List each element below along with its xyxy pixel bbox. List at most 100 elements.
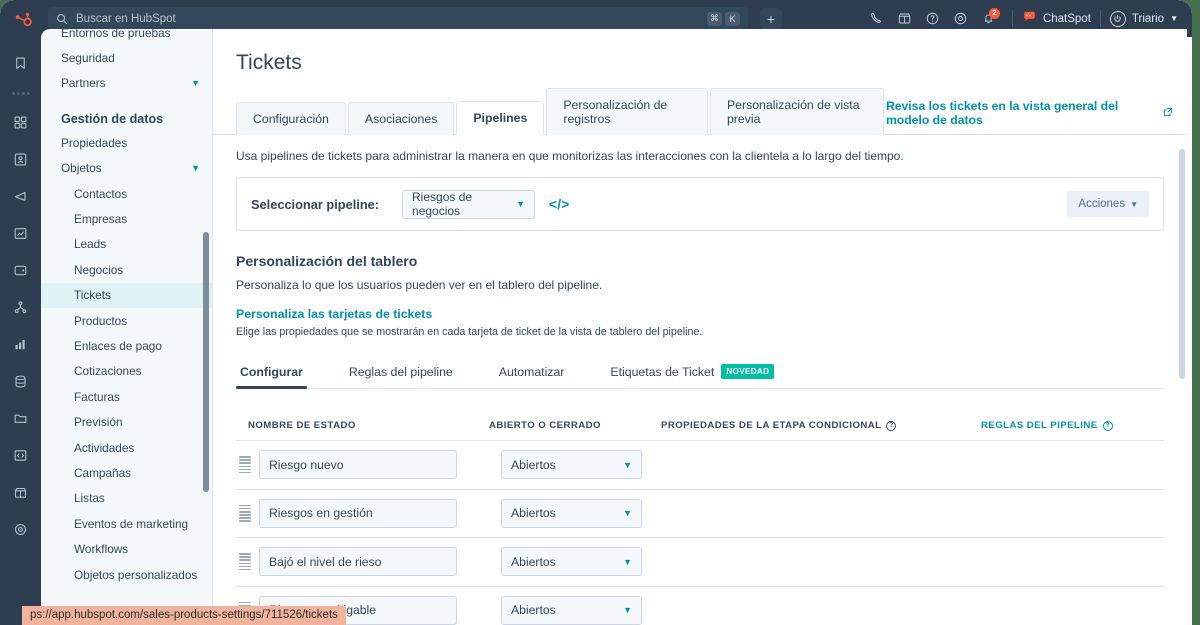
tab-personalizaci-n-de-registros[interactable]: Personalización de registros xyxy=(546,88,708,135)
pipeline-selector-card: Seleccionar pipeline: Riesgos de negocio… xyxy=(236,177,1164,231)
sidebar-item-contactos[interactable]: Contactos xyxy=(41,181,212,206)
stage-name-input[interactable]: Bajó el nivel de rieso xyxy=(259,547,457,577)
database-icon[interactable] xyxy=(0,363,41,400)
col-header-rules-label: REGLAS DEL PIPELINE xyxy=(981,420,1098,431)
icon-rail xyxy=(0,37,41,625)
sidebar-item-label: Partners xyxy=(61,76,106,91)
reports-icon[interactable] xyxy=(0,215,41,252)
sidebar-item-cotizaciones[interactable]: Cotizaciones xyxy=(41,359,212,384)
subtab-automatizar[interactable]: Automatizar xyxy=(495,359,569,388)
stage-name-input[interactable]: Riesgos en gestión xyxy=(259,498,457,528)
chevron-down-icon: ▼ xyxy=(1170,14,1178,23)
pipeline-select[interactable]: Riesgos de negocios ▼ xyxy=(402,189,536,219)
actions-button-label: Acciones xyxy=(1078,198,1126,210)
code-brackets-icon[interactable]: </> xyxy=(549,196,569,212)
kbd-k: K xyxy=(725,11,740,26)
help-icon[interactable]: ? xyxy=(886,420,897,431)
open-closed-select[interactable]: Abiertos ▼ xyxy=(501,450,642,480)
sidebar-item-actividades[interactable]: Actividades xyxy=(41,435,212,460)
sidebar-item-productos[interactable]: Productos xyxy=(41,308,212,333)
tab-pipelines[interactable]: Pipelines xyxy=(456,101,545,135)
data-model-link[interactable]: Revisa los tickets en la vista general d… xyxy=(886,99,1173,127)
sidebar-heading-3: Gestión de datos xyxy=(61,112,164,127)
bookmark-icon[interactable] xyxy=(0,45,41,82)
sidebar-item-label: Entornos de pruebas xyxy=(61,29,171,40)
drag-handle-icon[interactable] xyxy=(239,504,251,522)
chevron-down-icon[interactable]: ▼ xyxy=(191,78,200,88)
sidebar-item-objetos[interactable]: Objetos ▼ xyxy=(41,156,212,181)
hubspot-sprocket-icon[interactable] xyxy=(0,9,46,29)
contacts-icon[interactable] xyxy=(0,141,41,178)
folder-icon[interactable] xyxy=(0,400,41,437)
megaphone-icon[interactable] xyxy=(0,178,41,215)
pipeline-subtabs: Configurar Reglas del pipeline Automatizar… xyxy=(236,358,1164,389)
sidebar-item-label: Facturas xyxy=(74,389,120,404)
chevron-down-icon: ▼ xyxy=(623,556,632,567)
sidebar-item-facturas[interactable]: Facturas xyxy=(41,384,212,409)
wallet-icon[interactable] xyxy=(0,252,41,289)
analytics-icon[interactable] xyxy=(0,326,41,363)
settings-gear-icon[interactable] xyxy=(0,511,41,548)
table-row: Riesgo nuevo Abiertos ▼ xyxy=(236,441,1164,490)
pipeline-select-value: Riesgos de negocios xyxy=(412,190,473,218)
sidebar-item-enlaces-de-pago[interactable]: Enlaces de pago xyxy=(41,333,212,358)
sidebar-item-empresas[interactable]: Empresas xyxy=(41,206,212,231)
col-header-rules[interactable]: REGLAS DEL PIPELINE ? xyxy=(981,420,1113,431)
sidebar-item-label: Enlaces de pago xyxy=(74,338,162,353)
sidebar-item-campa-as[interactable]: Campañas xyxy=(41,460,212,485)
chevron-down-icon[interactable]: ▼ xyxy=(191,163,200,173)
create-new-button[interactable]: + xyxy=(760,8,782,29)
sidebar-scroll-area[interactable]: Entornos de pruebas Seguridad Partners ▼ Ges… xyxy=(41,29,212,625)
settings-sidebar: Entornos de pruebas Seguridad Partners ▼ Ges… xyxy=(41,29,213,625)
sidebar-item-label: Seguridad xyxy=(61,51,115,66)
subtab-etiquetas-de-ticket[interactable]: Etiquetas de Ticket NOVEDAD xyxy=(606,358,778,388)
tab-personalizaci-n-de-vista-previa[interactable]: Personalización de vista previa xyxy=(709,88,884,135)
col-header-conditional: PROPIEDADES DE LA ETAPA CONDICIONAL ? xyxy=(661,420,981,431)
search-input[interactable]: Buscar en HubSpot ⌘ K xyxy=(48,7,748,30)
sidebar-item-tickets[interactable]: Tickets xyxy=(41,282,212,308)
chatspot-button[interactable]: ChatSpot xyxy=(1022,10,1091,27)
apps-grid-icon[interactable] xyxy=(0,104,41,141)
sidebar-item-label: Productos xyxy=(74,313,128,328)
sidebar-item-previsi-n[interactable]: Previsión xyxy=(41,409,212,434)
sidebar-item-objetos-personalizados[interactable]: Objetos personalizados xyxy=(41,562,212,587)
main-scrollbar-thumb[interactable] xyxy=(1179,149,1185,379)
open-closed-value: Abiertos xyxy=(511,506,556,521)
sidebar-item-label: Negocios xyxy=(74,262,124,277)
new-badge: NOVEDAD xyxy=(721,364,775,379)
sidebar-item-workflows[interactable]: Workflows xyxy=(41,536,212,561)
tab-configuraci-n[interactable]: Configuración xyxy=(236,102,346,135)
sidebar-item-partners[interactable]: Partners ▼ xyxy=(41,71,212,96)
actions-button[interactable]: Acciones ▼ xyxy=(1067,191,1149,217)
marketplace-rail-icon[interactable] xyxy=(0,474,41,511)
drag-handle-icon[interactable] xyxy=(239,456,251,474)
code-icon[interactable] xyxy=(0,437,41,474)
account-menu[interactable]: Triario ▼ xyxy=(1109,10,1178,27)
subtab-reglas-del-pipeline[interactable]: Reglas del pipeline xyxy=(345,359,457,388)
sidebar-item-label: Previsión xyxy=(74,415,123,430)
sidebar-item-leads[interactable]: Leads xyxy=(41,232,212,257)
help-icon[interactable]: ? xyxy=(1102,420,1113,431)
col-header-conditional-label: PROPIEDADES DE LA ETAPA CONDICIONAL xyxy=(661,420,882,431)
sidebar-item-negocios[interactable]: Negocios xyxy=(41,257,212,282)
sidebar-item-label: Propiedades xyxy=(61,135,128,150)
sidebar-scrollbar-thumb[interactable] xyxy=(203,232,209,492)
avatar xyxy=(1109,10,1126,27)
sidebar-item-label: Workflows xyxy=(74,542,129,557)
chatspot-icon xyxy=(1022,10,1037,27)
sidebar-item-eventos-de-marketing[interactable]: Eventos de marketing xyxy=(41,511,212,536)
sidebar-item-listas[interactable]: Listas xyxy=(41,486,212,511)
sidebar-item-seguridad[interactable]: Seguridad xyxy=(41,45,212,70)
sidebar-item-entornos-de-pruebas[interactable]: Entornos de pruebas xyxy=(41,29,212,45)
customize-ticket-cards-link[interactable]: Personaliza las tarjetas de tickets xyxy=(213,292,1187,321)
status-url-bar: ps://app.hubspot.com/sales-products-sett… xyxy=(22,606,346,625)
drag-handle-icon[interactable] xyxy=(239,553,251,571)
open-closed-select[interactable]: Abiertos ▼ xyxy=(501,547,642,577)
sidebar-item-propiedades[interactable]: Propiedades xyxy=(41,130,212,155)
tab-asociaciones[interactable]: Asociaciones xyxy=(347,102,455,135)
open-closed-select[interactable]: Abiertos ▼ xyxy=(501,595,642,625)
workflows-icon[interactable] xyxy=(0,289,41,326)
open-closed-select[interactable]: Abiertos ▼ xyxy=(501,498,642,528)
subtab-configurar[interactable]: Configurar xyxy=(236,359,307,389)
stage-name-input[interactable]: Riesgo nuevo xyxy=(259,450,457,480)
